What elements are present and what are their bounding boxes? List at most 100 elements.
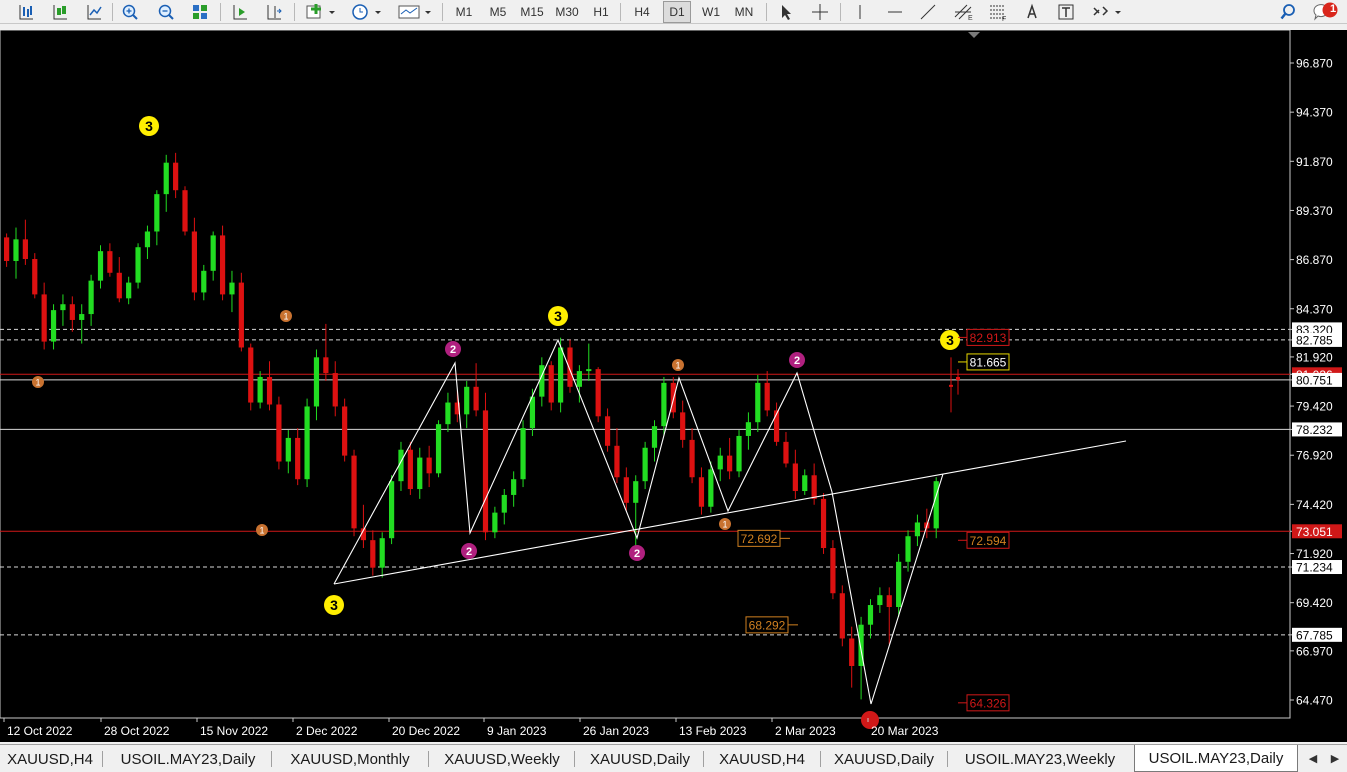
cursor-icon[interactable] — [774, 1, 798, 23]
horizontal-line-icon[interactable] — [883, 1, 907, 23]
bar-chart-icon[interactable] — [14, 1, 38, 23]
tab-usoil-weekly[interactable]: USOIL.MAY23,Weekly — [950, 746, 1130, 772]
candle-body — [182, 190, 188, 232]
candle-body — [285, 437, 291, 462]
tab-scroll-left-icon[interactable]: ◀ — [1304, 748, 1322, 768]
price-axis-label: 96.870 — [1296, 57, 1333, 71]
price-axis-label: 73.051 — [1296, 525, 1333, 539]
timeframe-m30[interactable]: M30 — [551, 1, 583, 23]
candle-body — [266, 376, 273, 405]
periods-menu-icon[interactable] — [348, 1, 384, 23]
price-axis-label: 86.870 — [1296, 253, 1333, 267]
tab-xauusd-weekly[interactable]: XAUUSD,Weekly — [432, 746, 572, 772]
candle-body — [144, 231, 151, 248]
price-axis-label: 94.370 — [1296, 106, 1333, 120]
candle-body — [576, 371, 582, 387]
timeframe-m5[interactable]: M5 — [484, 1, 512, 23]
candle-body — [342, 406, 348, 456]
wave-label-yellow: 3 — [554, 308, 562, 324]
tile-windows-icon[interactable] — [188, 1, 212, 23]
candle-body — [773, 410, 780, 442]
text-label-icon[interactable] — [1054, 1, 1078, 23]
wave-label-magenta: 2 — [450, 344, 456, 356]
candle-body — [210, 235, 216, 271]
timeframe-h1[interactable]: H1 — [587, 1, 615, 23]
fibonacci-icon[interactable]: F — [986, 1, 1010, 23]
auto-scroll-icon[interactable] — [228, 1, 252, 23]
candle-body — [792, 463, 798, 492]
zoom-out-icon[interactable] — [154, 1, 178, 23]
arrows-menu-icon[interactable] — [1088, 1, 1124, 23]
timeframe-h4[interactable]: H4 — [628, 1, 656, 23]
date-axis-label: 26 Jan 2023 — [583, 724, 649, 738]
candle-body — [107, 251, 113, 273]
price-axis-label: 67.785 — [1296, 628, 1333, 642]
date-axis-label: 15 Nov 2022 — [200, 724, 268, 738]
tab-xauusd-monthly[interactable]: XAUUSD,Monthly — [274, 746, 426, 772]
crosshair-icon[interactable] — [808, 1, 832, 23]
chart-shift-icon[interactable] — [262, 1, 286, 23]
candle-body — [595, 369, 601, 417]
tab-usoil-daily-active[interactable]: USOIL.MAY23,Daily — [1134, 745, 1298, 772]
candle-body — [32, 259, 38, 295]
candle-body — [304, 406, 310, 480]
date-axis-label: 2 Dec 2022 — [296, 724, 358, 738]
candle-body — [642, 447, 648, 482]
candle-body — [830, 548, 836, 594]
timeframe-m15[interactable]: M15 — [516, 1, 548, 23]
price-axis-label: 89.370 — [1296, 204, 1333, 218]
templates-menu-icon[interactable] — [394, 1, 434, 23]
tab-usoil-daily[interactable]: USOIL.MAY23,Daily — [106, 746, 270, 772]
candle-body — [623, 477, 629, 503]
text-tool-icon[interactable] — [1020, 1, 1044, 23]
date-axis-label: 13 Feb 2023 — [679, 724, 747, 738]
line-chart-icon[interactable] — [82, 1, 106, 23]
date-axis-label: 28 Oct 2022 — [104, 724, 170, 738]
level-label-red-mid: 72.594 — [970, 534, 1007, 548]
candle-body — [79, 314, 85, 320]
timeframe-m1[interactable]: M1 — [450, 1, 478, 23]
chart-window[interactable]: 3 3 3 3 2 2 2 2 1 1 1 1 1 82.913 81.665 72.692 72.594 68.… — [0, 29, 1347, 742]
candle-body — [680, 412, 686, 440]
candle-body — [41, 294, 47, 342]
timeframe-mn[interactable]: MN — [730, 1, 758, 23]
wave-label-magenta: 2 — [466, 546, 472, 558]
trend-line-icon[interactable] — [916, 1, 940, 23]
candle-body — [163, 162, 169, 195]
level-label-yellow: 81.665 — [970, 355, 1007, 369]
toolbar: M1 M5 M15 M30 H1 H4 D1 W1 MN E F 1 — [0, 0, 1347, 24]
indicators-menu-icon[interactable] — [302, 1, 338, 23]
wave-label-orange: 1 — [283, 312, 288, 322]
price-axis-label: 66.970 — [1296, 644, 1333, 658]
notifications-icon[interactable]: 1 — [1310, 1, 1342, 23]
candle-body — [745, 422, 752, 436]
timeframe-d1[interactable]: D1 — [663, 1, 691, 23]
candle-body — [482, 410, 489, 533]
tab-xauusd-h4[interactable]: XAUUSD,H4 — [0, 746, 100, 772]
candle-body — [370, 540, 376, 568]
candle-body — [313, 357, 320, 407]
equidistant-channel-icon[interactable]: E — [950, 1, 978, 23]
tab-scroll-right-icon[interactable]: ▶ — [1326, 748, 1344, 768]
candlestick-chart-icon[interactable] — [48, 1, 72, 23]
wave-label-yellow: 3 — [330, 597, 338, 613]
candle-body — [229, 282, 235, 295]
candle-body — [905, 536, 911, 562]
tab-xauusd-daily-2[interactable]: XAUUSD,Daily — [823, 746, 945, 772]
candle-body — [88, 280, 94, 315]
candle-body — [388, 481, 395, 539]
candle-body — [445, 402, 451, 425]
search-icon[interactable] — [1276, 1, 1300, 23]
zoom-in-icon[interactable] — [118, 1, 142, 23]
price-chart[interactable]: 3 3 3 3 2 2 2 2 1 1 1 1 1 82.913 81.665 72.692 72.594 68.… — [0, 29, 1347, 742]
candle-body — [614, 445, 620, 478]
candle-body — [154, 194, 160, 232]
candle-body — [651, 426, 658, 448]
tab-xauusd-daily[interactable]: XAUUSD,Daily — [578, 746, 702, 772]
candle-body — [191, 231, 197, 293]
timeframe-w1[interactable]: W1 — [697, 1, 725, 23]
candle-body — [379, 538, 385, 568]
tab-xauusd-h4-2[interactable]: XAUUSD,H4 — [706, 746, 818, 772]
candle-body — [257, 376, 263, 403]
vertical-line-icon[interactable] — [848, 1, 872, 23]
